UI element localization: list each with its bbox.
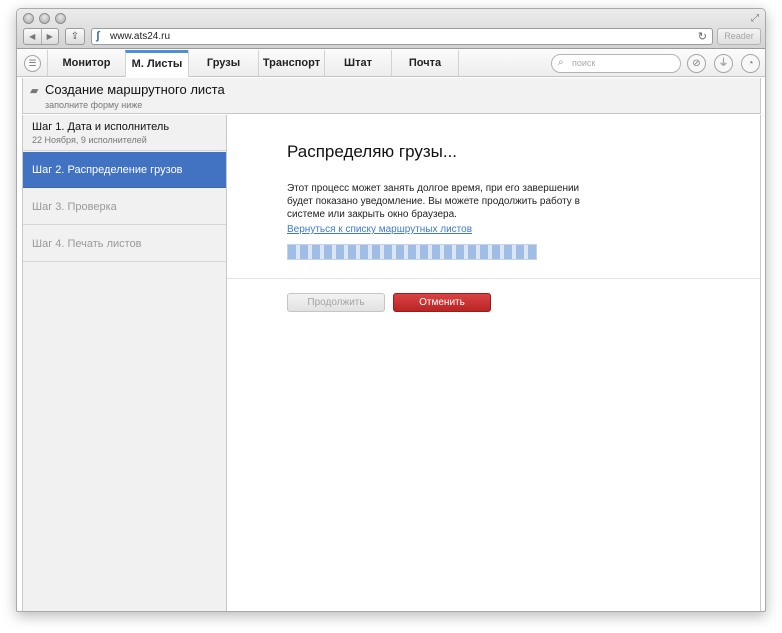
- site-favicon-icon: ʃ: [96, 30, 100, 42]
- page-header: ▰ Создание маршрутного листа заполните ф…: [22, 78, 761, 114]
- page-title: Создание маршрутного листа: [45, 82, 225, 97]
- folder-icon: ▰: [30, 85, 39, 97]
- tab-monitor[interactable]: Монитор: [47, 50, 125, 77]
- url-text[interactable]: www.ats24.ru: [110, 31, 170, 42]
- sidebar-step-2[interactable]: Шаг 2. Распределение грузов: [23, 152, 226, 188]
- cancel-button[interactable]: Отменить: [393, 293, 491, 312]
- status-description: Этот процесс может занять долгое время, …: [287, 183, 580, 220]
- sidebar-step-3: Шаг 3. Проверка: [23, 189, 226, 225]
- close-window-button[interactable]: [23, 13, 34, 24]
- step-label: Шаг 2. Распределение грузов: [32, 164, 183, 176]
- status-heading: Распределяю грузы...: [287, 142, 458, 161]
- reader-button[interactable]: Reader: [717, 28, 761, 45]
- sidebar-step-4: Шаг 4. Печать листов: [23, 226, 226, 262]
- search-input[interactable]: ⌕ поиск: [551, 54, 681, 73]
- tab-transport[interactable]: Транспорт: [258, 50, 324, 77]
- tab-staff[interactable]: Штат: [324, 50, 391, 77]
- search-icon: ⌕: [558, 57, 564, 68]
- menu-icon[interactable]: ☰: [24, 55, 41, 72]
- step-label: Шаг 3. Проверка: [32, 201, 117, 213]
- filter-icon[interactable]: ⏚: [714, 54, 733, 73]
- app-navigation: ☰ Монитор М. Листы Грузы Транспорт Штат …: [17, 50, 765, 77]
- step-summary: 22 Ноября, 9 исполнителей: [32, 135, 147, 145]
- browser-toolbar: ⤢ ◀ ▶ ⇪ ʃ www.ats24.ru ↻ Reader: [17, 9, 765, 49]
- share-icon[interactable]: ⇪: [65, 28, 85, 45]
- tab-route-sheets[interactable]: М. Листы: [125, 50, 188, 77]
- tab-mail[interactable]: Почта: [391, 50, 459, 77]
- step-label: Шаг 4. Печать листов: [32, 238, 142, 250]
- main-tabs: Монитор М. Листы Грузы Транспорт Штат По…: [47, 50, 459, 77]
- reload-icon[interactable]: ↻: [698, 30, 707, 43]
- attachment-icon[interactable]: ⊘: [687, 54, 706, 73]
- zoom-window-button[interactable]: [55, 13, 66, 24]
- forward-icon[interactable]: ▶: [40, 29, 59, 44]
- fullscreen-icon[interactable]: ⤢: [751, 13, 759, 24]
- steps-sidebar: Шаг 1. Дата и исполнитель 22 Ноября, 9 и…: [22, 115, 227, 611]
- step-label: Шаг 1. Дата и исполнитель: [32, 121, 170, 133]
- divider: [227, 278, 760, 279]
- tab-cargo[interactable]: Грузы: [188, 50, 258, 77]
- dashboard-gauge-icon[interactable]: ◔: [741, 54, 760, 73]
- minimize-window-button[interactable]: [39, 13, 50, 24]
- address-bar[interactable]: ʃ www.ats24.ru ↻: [91, 28, 713, 45]
- back-icon[interactable]: ◀: [24, 29, 41, 44]
- continue-button[interactable]: Продолжить: [287, 293, 385, 312]
- sidebar-step-1[interactable]: Шаг 1. Дата и исполнитель 22 Ноября, 9 и…: [23, 115, 226, 151]
- search-placeholder: поиск: [572, 58, 596, 68]
- page-subtitle: заполните форму ниже: [45, 100, 143, 110]
- history-buttons: ◀ ▶: [23, 28, 59, 45]
- progress-bar: [287, 244, 537, 260]
- back-to-route-sheets-link[interactable]: Вернуться к списку маршрутных листов: [287, 224, 472, 235]
- main-content: Распределяю грузы... Этот процесс может …: [227, 115, 761, 611]
- browser-window: ⤢ ◀ ▶ ⇪ ʃ www.ats24.ru ↻ Reader ☰ Монито…: [16, 8, 766, 612]
